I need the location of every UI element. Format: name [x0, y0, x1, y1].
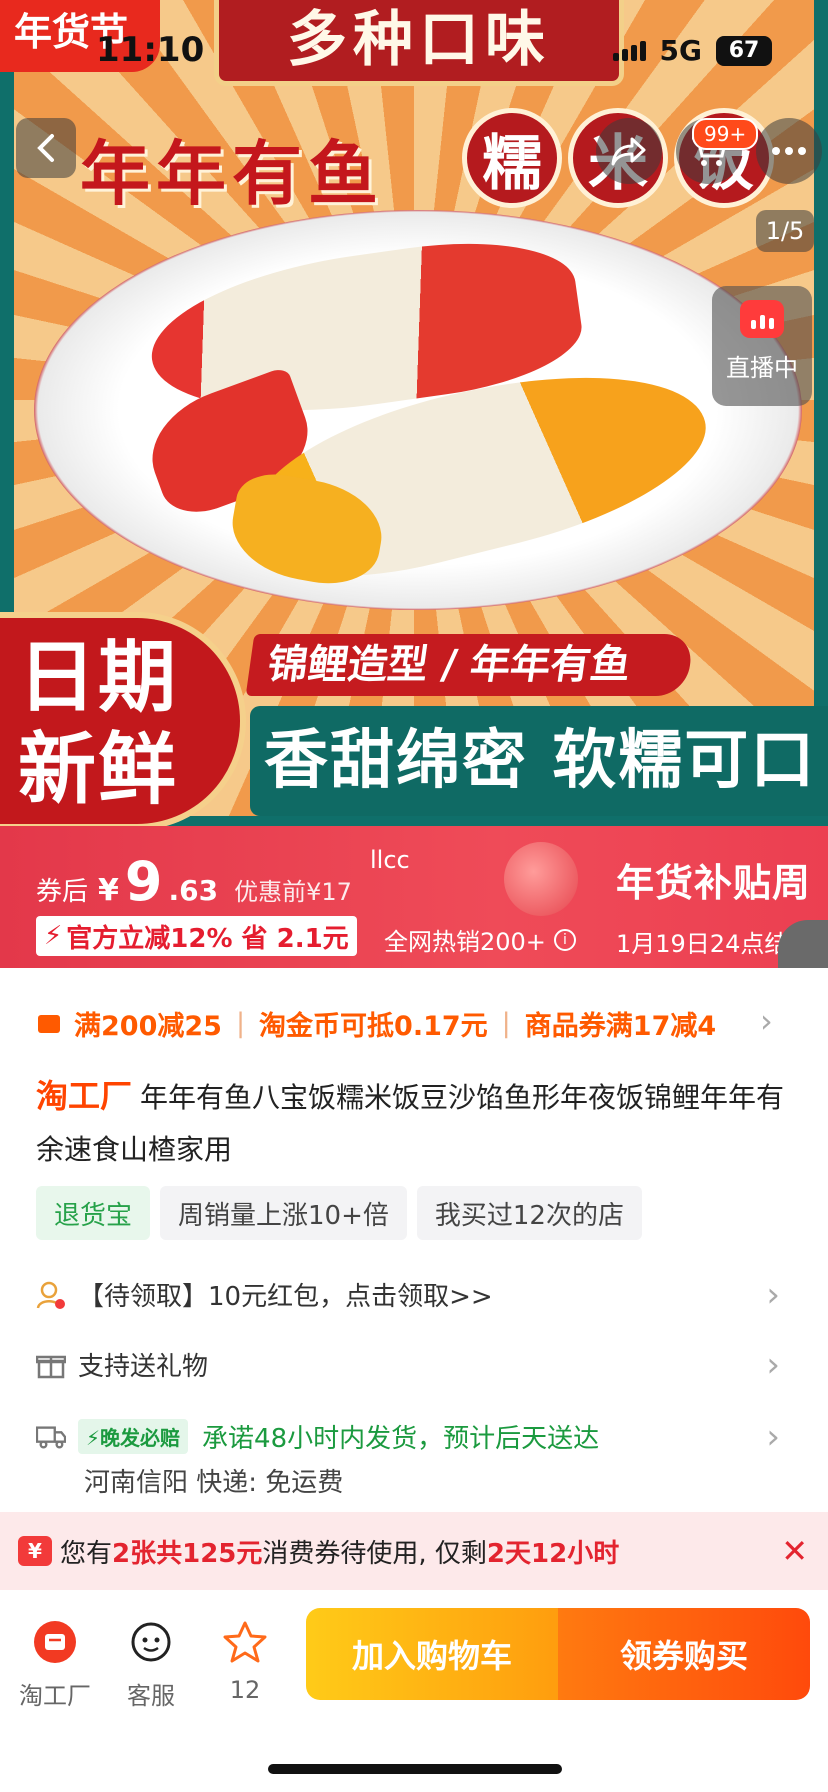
promo-item: 满200减25	[74, 1011, 222, 1042]
image-tag-green: 香甜绵密 软糯可口	[250, 706, 828, 816]
price-integer: 9	[124, 850, 163, 913]
home-indicator[interactable]	[268, 1764, 562, 1774]
star-icon	[200, 1614, 290, 1670]
hot-sales[interactable]: 全网热销200+ i	[384, 922, 576, 957]
shop-label: 淘工厂	[19, 1682, 91, 1710]
red-packet-user-icon	[36, 1280, 66, 1310]
coupon-reminder[interactable]: ¥ 您有 2张共125元 消费券待使用, 仅剩 2天12小时 ✕	[0, 1512, 828, 1590]
back-button[interactable]	[16, 118, 76, 178]
coupon-count: 2张共125元	[112, 1538, 263, 1569]
signal-icon	[612, 40, 646, 61]
image-slogan: 年年有鱼	[80, 133, 384, 215]
promo-item: 商品券满17减4	[524, 1011, 717, 1042]
red-packet-row[interactable]: 【待领取】10元红包，点击领取>> ›	[36, 1274, 792, 1315]
close-icon[interactable]: ✕	[781, 1532, 808, 1570]
shop-icon	[10, 1614, 100, 1670]
coupon-icon: ¥	[18, 1536, 52, 1566]
currency-symbol: ¥	[98, 873, 119, 908]
gift-row[interactable]: 支持送礼物 ›	[36, 1344, 792, 1385]
hot-sales-text: 全网热销200+	[384, 928, 546, 956]
return-insurance-tag[interactable]: 退货宝	[36, 1186, 151, 1240]
shipping-promise: 承诺48小时内发货，预计后天送达	[202, 1424, 600, 1454]
date-badge-line: 新鲜	[18, 725, 179, 815]
favorite-count: 12	[229, 1676, 261, 1704]
share-button[interactable]	[596, 118, 662, 184]
date-fresh-badge: 日期 新鲜	[0, 612, 246, 830]
product-detail-page: 多种口味 年年有鱼 糯 米 饭 日期 新鲜 锦鲤造型 / 年年有鱼 香甜绵密 软…	[0, 0, 828, 1792]
truck-icon	[36, 1422, 66, 1452]
status-time: 11:10	[96, 30, 205, 70]
share-icon	[611, 137, 646, 166]
watermark-text: llcc	[370, 846, 410, 874]
original-price: 优惠前¥17	[234, 878, 352, 906]
money-bag-icon	[504, 842, 578, 916]
repurchase-tag[interactable]: 我买过12次的店	[416, 1186, 642, 1240]
coupon-remaining-time: 2天12小时	[486, 1538, 620, 1569]
live-stream-button[interactable]: 直播中	[712, 286, 812, 406]
shop-button[interactable]: 淘工厂	[10, 1614, 100, 1711]
live-label: 直播中	[726, 354, 798, 382]
image-pager: 1/5	[756, 210, 814, 252]
late-compensation-tag: ⚡晚发必赔	[78, 1419, 189, 1454]
product-info: 满200减25 | 淘金币可抵0.17元 | 商品券满17减4 › 淘工厂 年年有…	[0, 968, 828, 1510]
promotion-row[interactable]: 满200减25 | 淘金币可抵0.17元 | 商品券满17减4	[38, 1004, 716, 1043]
gift-text: 支持送礼物	[78, 1352, 209, 1382]
subsidy-week-title: 年货补贴周	[616, 861, 812, 905]
bolt-icon: ⚡	[44, 921, 63, 951]
network-label: 5G	[659, 34, 702, 67]
favorite-button[interactable]: 12	[200, 1614, 290, 1704]
official-discount-text: 官方立减12% 省 2.1元	[66, 923, 349, 954]
price-bar: 券后 ¥ 9 .63 优惠前¥17 llcc ⚡ 官方立减12% 省 2.1元 …	[0, 826, 828, 968]
service-label: 客服	[127, 1682, 175, 1710]
chevron-right-icon: ›	[766, 1344, 780, 1385]
date-badge-line: 日期	[18, 633, 179, 723]
sales-growth-tag[interactable]: 周销量上涨10+倍	[160, 1186, 407, 1240]
bottom-action-bar: 淘工厂 客服 12 加入购物车 领券购买	[0, 1590, 828, 1792]
image-tag-red: 锦鲤造型 / 年年有鱼	[245, 634, 695, 696]
live-icon	[740, 300, 784, 338]
more-dots-icon	[772, 147, 806, 155]
promo-divider: |	[501, 1008, 511, 1039]
cart-count-badge: 99+	[692, 118, 759, 150]
promo-item: 淘金币可抵0.17元	[259, 1011, 488, 1042]
more-button[interactable]	[756, 118, 822, 184]
product-title-text: 年年有鱼八宝饭糯米饭豆沙馅鱼形年夜饭锦鲤年年有余速食山楂家用	[36, 1081, 785, 1166]
late-compensation-text: 晚发必赔	[100, 1426, 181, 1450]
image-banner: 多种口味	[214, 0, 624, 86]
after-coupon-label: 券后	[36, 877, 89, 907]
chevron-right-icon: ›	[766, 1274, 780, 1315]
service-tags: 退货宝 周销量上涨10+倍 我买过12次的店	[36, 1186, 642, 1240]
customer-service-button[interactable]: 客服	[106, 1614, 196, 1711]
chevron-left-icon	[37, 134, 54, 162]
battery-icon: 67	[716, 35, 772, 66]
service-icon	[106, 1614, 196, 1670]
chevron-right-icon[interactable]: ›	[760, 1002, 773, 1040]
coupon-prefix: 您有	[60, 1538, 113, 1569]
price-decimal: .63	[168, 874, 219, 907]
price-line: 券后 ¥ 9 .63 优惠前¥17	[36, 850, 352, 913]
red-packet-text: 【待领取】10元红包，点击领取>>	[78, 1282, 493, 1312]
status-indicators: 5G 67	[612, 34, 772, 67]
ticket-icon	[38, 1014, 60, 1033]
info-icon: i	[553, 928, 576, 951]
chevron-right-icon: ›	[766, 1416, 780, 1457]
product-title: 淘工厂 年年有鱼八宝饭糯米饭豆沙馅鱼形年夜饭锦鲤年年有余速食山楂家用	[36, 1070, 788, 1176]
shipping-row[interactable]: ⚡晚发必赔 承诺48小时内发货，预计后天送达 ›	[36, 1416, 792, 1457]
add-to-cart-button[interactable]: 加入购物车	[306, 1608, 558, 1700]
buy-with-coupon-button[interactable]: 领券购买	[558, 1608, 810, 1700]
slogan-circle: 糯	[462, 108, 562, 208]
promo-divider: |	[235, 1008, 246, 1039]
brand-label[interactable]: 淘工厂	[36, 1077, 132, 1115]
official-discount-badge: ⚡ 官方立减12% 省 2.1元	[36, 916, 357, 956]
shipping-origin: 河南信阳 快递: 免运费	[84, 1468, 344, 1498]
gift-icon	[36, 1350, 66, 1380]
coupon-mid: 消费券待使用, 仅剩	[262, 1538, 487, 1569]
